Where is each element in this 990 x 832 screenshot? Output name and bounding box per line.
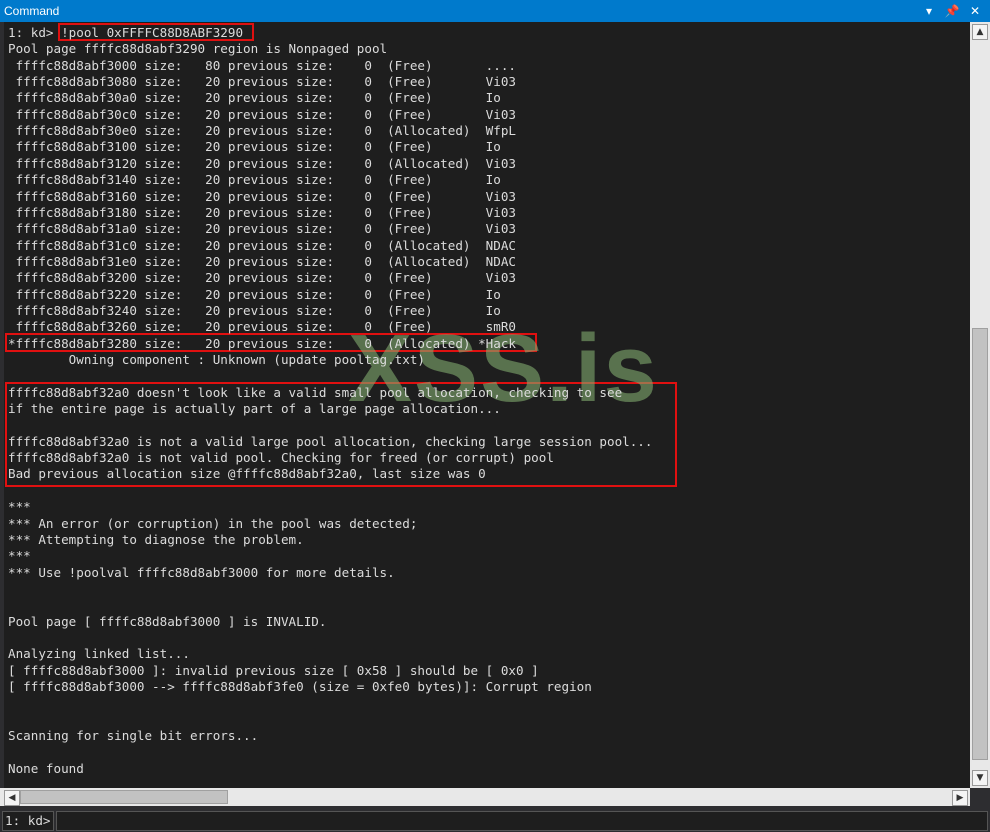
- pin-icon[interactable]: 📌: [943, 2, 961, 20]
- output-line: ffffc88d8abf3260 size: 20 previous size:…: [8, 319, 516, 335]
- output-line: *** Attempting to diagnose the problem.: [8, 531, 304, 547]
- output-line: Pool page [ ffffc88d8abf3000 ] is INVALI…: [8, 613, 327, 629]
- output-line: Scanning for single bit errors...: [8, 728, 259, 744]
- output-line: ffffc88d8abf30a0 size: 20 previous size:…: [8, 90, 501, 106]
- horizontal-scrollbar[interactable]: ◀ ▶: [0, 788, 970, 806]
- output-line: ffffc88d8abf30e0 size: 20 previous size:…: [8, 123, 516, 139]
- output-line: ffffc88d8abf30c0 size: 20 previous size:…: [8, 106, 516, 122]
- scroll-up-icon[interactable]: ▲: [972, 24, 988, 40]
- output-line: ffffc88d8abf3000 size: 80 previous size:…: [8, 57, 516, 73]
- output-line: ffffc88d8abf3160 size: 20 previous size:…: [8, 188, 516, 204]
- output-line: Analyzing linked list...: [8, 646, 190, 662]
- command-prompt: 1: kd>: [2, 811, 54, 831]
- vertical-scroll-thumb[interactable]: [972, 328, 988, 760]
- output-line: if the entire page is actually part of a…: [8, 401, 501, 417]
- output-line: *** Use !poolval ffffc88d8abf3000 for mo…: [8, 564, 395, 580]
- dropdown-icon[interactable]: ▾: [920, 2, 938, 20]
- output-line: ffffc88d8abf31e0 size: 20 previous size:…: [8, 253, 516, 269]
- output-line: Owning component : Unknown (update poolt…: [8, 352, 426, 367]
- output-line: ffffc88d8abf32a0 is not valid pool. Chec…: [8, 450, 554, 466]
- output-line: [ ffffc88d8abf3000 ]: invalid previous s…: [8, 662, 539, 678]
- output-line: ffffc88d8abf3120 size: 20 previous size:…: [8, 155, 516, 171]
- scroll-right-icon[interactable]: ▶: [952, 790, 968, 806]
- output-line: ffffc88d8abf3220 size: 20 previous size:…: [8, 286, 501, 302]
- vertical-scrollbar[interactable]: ▲ ▼: [970, 22, 990, 788]
- output-line: ffffc88d8abf31c0 size: 20 previous size:…: [8, 237, 516, 253]
- output-line: ffffc88d8abf3200 size: 20 previous size:…: [8, 270, 516, 286]
- output-line: Bad previous allocation size @ffffc88d8a…: [8, 466, 486, 482]
- command-window: Command ▾ 📌 ✕ XSS.is 1: kd> !pool 0xFFFF…: [0, 0, 990, 832]
- window-title: Command: [4, 4, 60, 18]
- output-line: Pool page ffffc88d8abf3290 region is Non…: [8, 41, 388, 57]
- output-line: ffffc88d8abf3080 size: 20 previous size:…: [8, 74, 516, 90]
- output-line: *ffffc88d8abf3280 size: 20 previous size…: [8, 335, 516, 351]
- output-line: 1: kd> !pool 0xFFFFC88D8ABF3290: [8, 25, 244, 40]
- command-output[interactable]: XSS.is 1: kd> !pool 0xFFFFC88D8ABF3290 Po…: [4, 22, 970, 788]
- scroll-down-icon[interactable]: ▼: [972, 770, 988, 786]
- output-line: None found: [8, 760, 84, 776]
- command-bar: 1: kd>: [0, 806, 990, 832]
- output-line: ***: [8, 548, 31, 564]
- scroll-left-icon[interactable]: ◀: [4, 790, 20, 806]
- output-line: ffffc88d8abf3100 size: 20 previous size:…: [8, 139, 501, 155]
- horizontal-scroll-thumb[interactable]: [20, 790, 228, 804]
- output-line: ffffc88d8abf32a0 doesn't look like a val…: [8, 384, 623, 400]
- output-line: ffffc88d8abf3140 size: 20 previous size:…: [8, 172, 501, 188]
- output-line: ***: [8, 499, 31, 515]
- output-line: ffffc88d8abf3180 size: 20 previous size:…: [8, 204, 516, 220]
- title-bar: Command ▾ 📌 ✕: [0, 0, 990, 22]
- output-line: ffffc88d8abf31a0 size: 20 previous size:…: [8, 221, 516, 237]
- output-line: [ ffffc88d8abf3000 --> ffffc88d8abf3fe0 …: [8, 679, 592, 694]
- command-input[interactable]: [56, 811, 988, 831]
- close-icon[interactable]: ✕: [966, 2, 984, 20]
- output-line: ffffc88d8abf3240 size: 20 previous size:…: [8, 302, 501, 318]
- output-line: ffffc88d8abf32a0 is not a valid large po…: [8, 433, 653, 449]
- output-line: *** An error (or corruption) in the pool…: [8, 515, 418, 531]
